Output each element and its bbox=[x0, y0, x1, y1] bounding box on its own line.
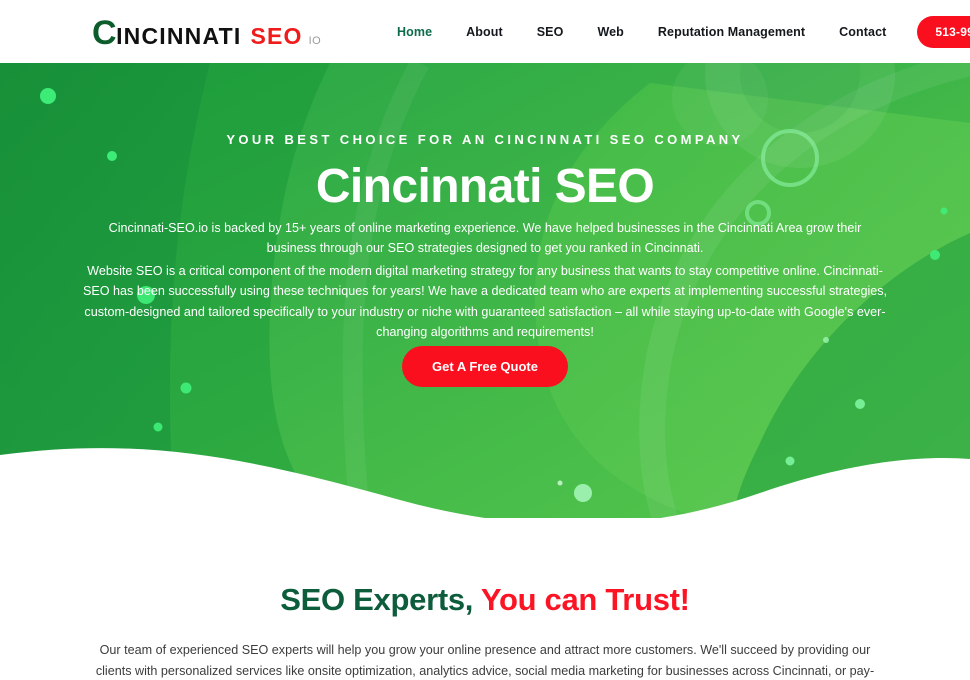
hero-cta-wrapper: Get A Free Quote bbox=[0, 346, 970, 387]
hero-section: YOUR BEST CHOICE FOR AN CINCINNATI SEO C… bbox=[0, 63, 970, 518]
hero-paragraph-2: Website SEO is a critical component of t… bbox=[82, 264, 888, 340]
trust-title-dark: SEO Experts, bbox=[280, 582, 474, 617]
nav-item-contact[interactable]: Contact bbox=[822, 25, 903, 39]
hero-eyebrow: YOUR BEST CHOICE FOR AN CINCINNATI SEO C… bbox=[226, 132, 744, 147]
nav-item-reputation-management[interactable]: Reputation Management bbox=[641, 25, 822, 39]
main-navigation: Home About SEO Web Reputation Management… bbox=[380, 0, 970, 63]
phone-cta-button[interactable]: 513-993-4129 bbox=[917, 15, 970, 48]
nav-item-web[interactable]: Web bbox=[580, 25, 640, 39]
hero-content: YOUR BEST CHOICE FOR AN CINCINNATI SEO C… bbox=[0, 63, 970, 518]
trust-title-red: You can Trust! bbox=[480, 582, 690, 617]
page-root: C INCINNATI SEO IO Home About SEO Web Re… bbox=[0, 0, 970, 680]
site-logo[interactable]: C INCINNATI SEO IO bbox=[92, 16, 321, 50]
logo-accent: SEO bbox=[250, 23, 303, 49]
logo-initial: C bbox=[92, 14, 117, 52]
nav-item-seo[interactable]: SEO bbox=[520, 25, 581, 39]
logo-wordmark: INCINNATI bbox=[116, 23, 242, 49]
nav-item-about[interactable]: About bbox=[449, 25, 520, 39]
trust-section: SEO Experts, You can Trust! Our team of … bbox=[0, 520, 970, 680]
logo-suffix: IO bbox=[308, 35, 322, 47]
get-free-quote-button[interactable]: Get A Free Quote bbox=[402, 346, 568, 387]
hero-paragraph-1: Cincinnati-SEO.io is backed by 15+ years… bbox=[108, 221, 862, 256]
nav-item-home[interactable]: Home bbox=[380, 25, 449, 39]
site-header: C INCINNATI SEO IO Home About SEO Web Re… bbox=[0, 0, 970, 63]
trust-paragraph: Our team of experienced SEO experts will… bbox=[95, 643, 875, 678]
hero-title: Cincinnati SEO bbox=[315, 160, 655, 213]
trust-title: SEO Experts, You can Trust! bbox=[0, 582, 970, 618]
